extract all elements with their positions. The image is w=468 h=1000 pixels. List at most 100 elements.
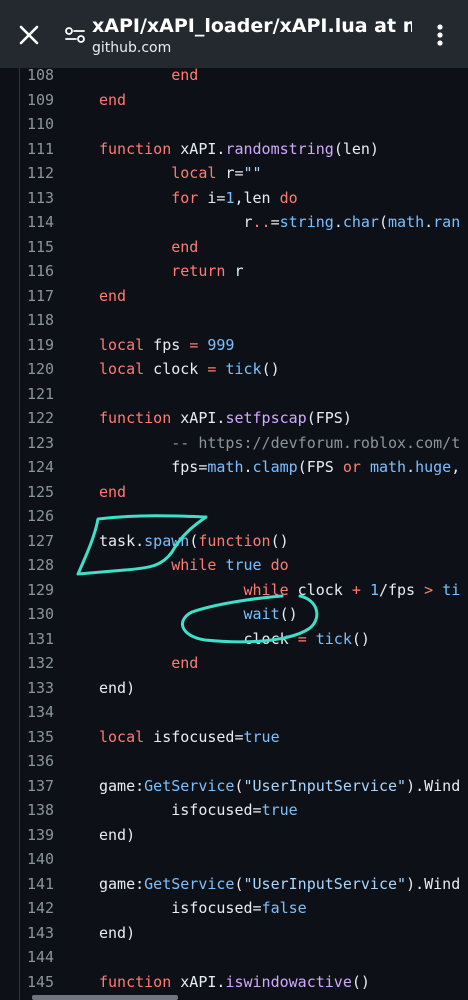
line-number[interactable]: 122 bbox=[27, 406, 67, 431]
code-token: .. bbox=[252, 213, 271, 231]
line-number[interactable]: 141 bbox=[27, 872, 67, 897]
code-token: wait bbox=[243, 605, 280, 623]
code-token: fps bbox=[144, 335, 190, 354]
site-settings-icon[interactable] bbox=[64, 24, 86, 46]
more-vertical-icon[interactable] bbox=[426, 20, 454, 50]
line-number[interactable]: 110 bbox=[27, 112, 67, 137]
code-viewer[interactable]: 108 end 109 end 110 111 function xAPI.randoms… bbox=[0, 68, 468, 1000]
line-number[interactable]: 120 bbox=[27, 357, 67, 382]
code-token: function bbox=[99, 409, 172, 427]
code-token: + bbox=[351, 580, 361, 599]
line-number[interactable]: 139 bbox=[27, 823, 67, 848]
code-text: end bbox=[99, 651, 198, 676]
code-token: () bbox=[270, 531, 289, 550]
code-token: "UserInputService" bbox=[243, 776, 407, 795]
code-token: ).Wind bbox=[406, 874, 461, 893]
code-text: function xAPI.setfpscap(FPS) bbox=[99, 406, 352, 431]
close-icon[interactable] bbox=[14, 20, 44, 50]
code-token: return bbox=[171, 262, 226, 280]
line-number[interactable]: 137 bbox=[27, 774, 67, 799]
code-token: ( bbox=[234, 776, 244, 795]
line-number[interactable]: 133 bbox=[27, 676, 67, 701]
line-number[interactable]: 121 bbox=[27, 382, 67, 407]
code-token: xAPI. bbox=[171, 139, 226, 158]
code-text: function xAPI.randomstring(len) bbox=[99, 137, 379, 162]
line-number[interactable]: 126 bbox=[27, 504, 67, 529]
line-number[interactable]: 125 bbox=[27, 480, 67, 505]
line-number[interactable]: 127 bbox=[27, 529, 67, 554]
code-token: char bbox=[342, 213, 379, 231]
code-token: isfocused= bbox=[144, 727, 244, 746]
code-token: false bbox=[261, 899, 307, 917]
line-number[interactable]: 132 bbox=[27, 651, 67, 676]
line-number[interactable]: 108 bbox=[27, 68, 67, 88]
code-token: isfocused= bbox=[99, 801, 262, 819]
code-token: () bbox=[279, 605, 298, 623]
line-number[interactable]: 113 bbox=[27, 186, 67, 211]
code-text: end bbox=[99, 284, 126, 309]
code-text: clock = tick() bbox=[99, 627, 369, 652]
line-number[interactable]: 115 bbox=[27, 235, 67, 260]
line-number[interactable]: 135 bbox=[27, 725, 67, 750]
code-token: game: bbox=[99, 776, 145, 795]
line-number[interactable]: 116 bbox=[27, 259, 67, 284]
code-token: true bbox=[261, 801, 298, 819]
line-number[interactable]: 144 bbox=[27, 945, 67, 970]
line-number[interactable]: 117 bbox=[27, 284, 67, 309]
code-token: (FPS bbox=[297, 458, 343, 476]
line-number[interactable]: 130 bbox=[27, 602, 67, 627]
code-text: end) bbox=[99, 921, 135, 946]
code-token: () bbox=[351, 972, 370, 991]
code-token: clamp bbox=[252, 458, 298, 476]
line-number[interactable]: 114 bbox=[27, 210, 67, 235]
line-number[interactable]: 111 bbox=[27, 137, 67, 162]
line-number[interactable]: 129 bbox=[27, 578, 67, 603]
code-token: end bbox=[171, 68, 199, 84]
code-text: end bbox=[99, 235, 198, 260]
code-text: return r bbox=[99, 259, 243, 284]
page-title[interactable]: xAPI/xAPI_loader/xAPI.lua at mai... bbox=[92, 13, 412, 39]
line-number[interactable]: 118 bbox=[27, 308, 67, 333]
code-token: . bbox=[333, 213, 343, 231]
line-number[interactable]: 136 bbox=[27, 749, 67, 774]
line-number[interactable]: 142 bbox=[27, 896, 67, 921]
code-token: ( bbox=[378, 213, 388, 231]
code-token: r= bbox=[216, 164, 244, 182]
line-number[interactable]: 145 bbox=[27, 970, 67, 995]
code-token: randomstring bbox=[225, 139, 334, 158]
code-text: -- https://devforum.roblox.com/t bbox=[99, 431, 460, 456]
code-token: . bbox=[424, 213, 434, 231]
code-text: r..=string.char(math.ran bbox=[99, 210, 460, 235]
line-number[interactable]: 134 bbox=[27, 700, 67, 725]
code-text: wait() bbox=[99, 602, 298, 627]
code-token: tick bbox=[225, 360, 262, 378]
line-number[interactable]: 143 bbox=[27, 921, 67, 946]
code-token: true bbox=[243, 727, 280, 746]
line-number[interactable]: 123 bbox=[27, 431, 67, 456]
line-number[interactable]: 112 bbox=[27, 161, 67, 186]
line-number[interactable]: 138 bbox=[27, 798, 67, 823]
code-text: end bbox=[99, 68, 198, 88]
line-number[interactable]: 140 bbox=[27, 847, 67, 872]
line-number[interactable]: 109 bbox=[27, 88, 67, 113]
line-number[interactable]: 131 bbox=[27, 627, 67, 652]
page-url[interactable]: github.com bbox=[92, 40, 171, 56]
code-text: task.spawn(function() bbox=[99, 529, 289, 554]
line-number[interactable]: 128 bbox=[27, 553, 67, 578]
code-token: setfpscap bbox=[225, 409, 307, 427]
horizontal-scrollbar[interactable] bbox=[32, 995, 178, 1000]
code-token: = bbox=[189, 335, 199, 354]
code-token: end bbox=[99, 482, 127, 501]
code-token: ).Wind bbox=[406, 776, 461, 795]
code-token: local bbox=[171, 164, 217, 182]
line-number[interactable]: 124 bbox=[27, 455, 67, 480]
code-text: isfocused=false bbox=[99, 896, 307, 921]
code-text: game:GetService("UserInputService").Wind bbox=[99, 774, 460, 799]
line-number[interactable]: 119 bbox=[27, 333, 67, 358]
